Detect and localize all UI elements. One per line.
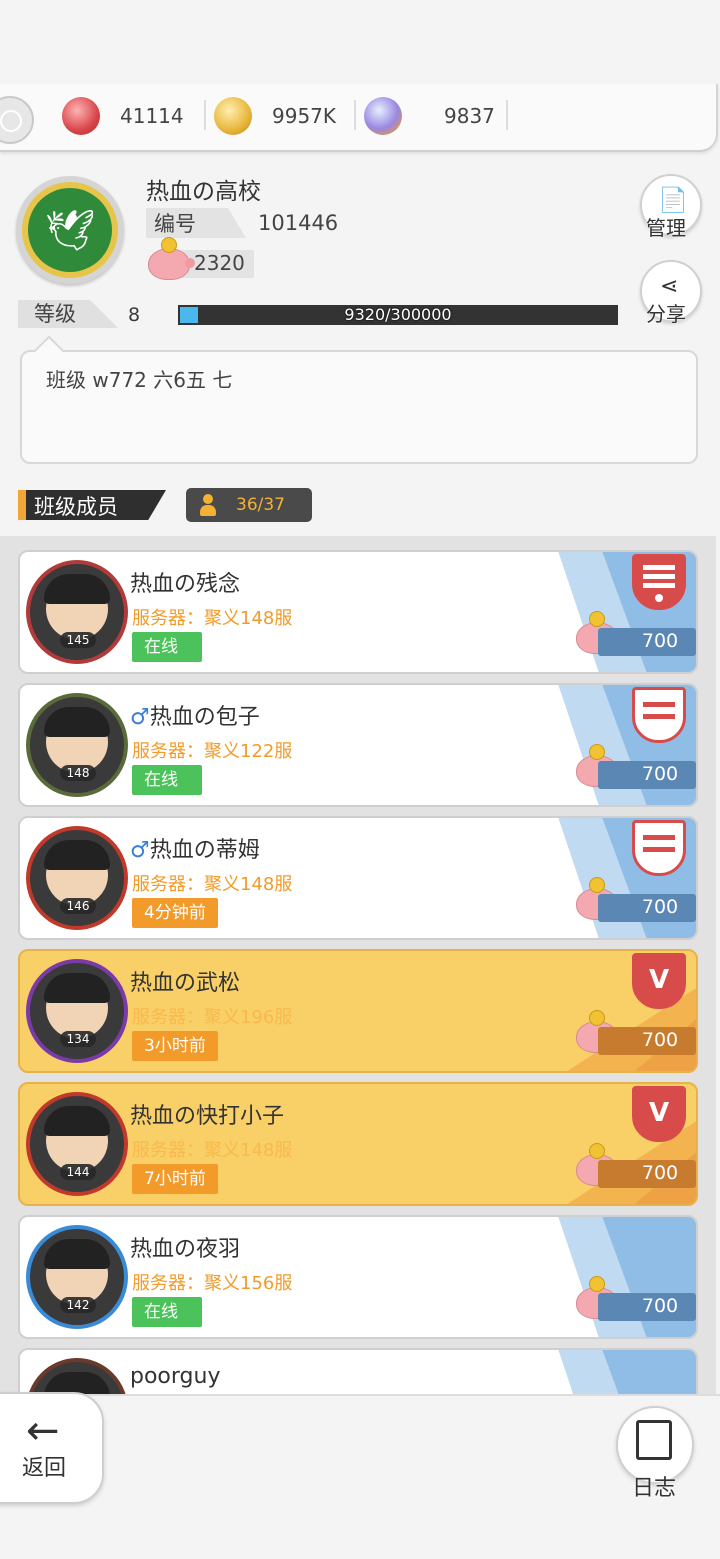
member-name: 热血の夜羽 bbox=[130, 1237, 241, 1262]
manage-label: 管理 bbox=[646, 216, 686, 240]
member-server: 服务器：聚义148服 bbox=[132, 874, 293, 895]
member-name: ♂热血の包子 bbox=[130, 705, 260, 730]
share-label: 分享 bbox=[646, 302, 686, 326]
person-icon bbox=[200, 494, 216, 516]
resource-crystal: 9837 bbox=[364, 94, 508, 138]
piggy-bank-icon bbox=[148, 237, 195, 280]
member-card[interactable]: 148 ♂热血の包子服务器：聚义122服在线 700 bbox=[18, 683, 698, 807]
member-name: 热血の武松 bbox=[130, 971, 241, 996]
member-card[interactable]: 142 热血の夜羽服务器：聚义156服在线 700 bbox=[18, 1215, 698, 1339]
crystal-pacifier-icon bbox=[364, 97, 402, 135]
member-avatar[interactable]: 148 bbox=[26, 693, 128, 797]
member-card[interactable]: 134 热血の武松服务器：聚义196服 3小时前 V 700 bbox=[18, 949, 698, 1073]
log-button[interactable]: 日志 bbox=[616, 1406, 694, 1501]
elder-badge-icon bbox=[632, 820, 686, 876]
resource-bar: 41114 9957K 9837 bbox=[0, 84, 718, 152]
elite-badge-icon: V bbox=[632, 1086, 686, 1142]
member-card[interactable]: 146 ♂热血の蒂姆服务器：聚义148服 4分钟前 700 bbox=[18, 816, 698, 940]
member-count: 36/37 bbox=[236, 495, 285, 515]
member-server: 服务器：聚义148服 bbox=[132, 608, 293, 629]
member-contribution: 700 bbox=[598, 628, 696, 656]
member-list[interactable]: 145 热血の残念 服务器：聚义148服 在线 700 148 ♂热血の包子 服务器：聚义12… bbox=[0, 536, 716, 1394]
member-server: 服务器：聚义156服 bbox=[132, 1273, 293, 1294]
member-status: 在线 bbox=[132, 765, 202, 795]
exp-bar: 9320/300000 bbox=[178, 305, 618, 325]
member-status: 4分钟前 bbox=[132, 898, 218, 928]
resource-gold: 9957K bbox=[214, 94, 356, 138]
arrow-left-icon: ← bbox=[26, 1408, 60, 1454]
member-contribution: 700 bbox=[598, 761, 696, 789]
guild-name: 热血の高校 bbox=[146, 179, 261, 205]
member-avatar[interactable] bbox=[26, 1358, 128, 1394]
member-avatar[interactable]: 142 bbox=[26, 1225, 128, 1329]
member-name: 热血の残念 bbox=[130, 572, 241, 597]
elite-badge-icon: V bbox=[632, 953, 686, 1009]
elder-badge-icon bbox=[632, 687, 686, 743]
back-button[interactable]: ← 返回 bbox=[0, 1392, 104, 1504]
member-level: 134 bbox=[60, 1031, 96, 1047]
guild-emblem: 🕊 bbox=[16, 176, 124, 284]
member-avatar[interactable]: 144 bbox=[26, 1092, 128, 1196]
member-avatar[interactable]: 146 bbox=[26, 826, 128, 930]
bottom-bar bbox=[0, 1394, 720, 1506]
member-name: 热血の快打小子 bbox=[130, 1104, 285, 1129]
member-status: 在线 bbox=[132, 1297, 202, 1327]
resource-gold-value: 9957K bbox=[272, 104, 337, 128]
member-server: 服务器：聚义122服 bbox=[132, 741, 293, 762]
member-status: 3小时前 bbox=[132, 1031, 218, 1061]
exp-text: 9320/300000 bbox=[344, 305, 452, 324]
leader-badge-icon bbox=[632, 554, 686, 610]
member-contribution: 700 bbox=[598, 1027, 696, 1055]
member-name: ♂热血の蒂姆 bbox=[130, 838, 260, 863]
member-card[interactable]: 145 热血の残念服务器：聚义148服在线 700 bbox=[18, 550, 698, 674]
level-label: 等级 bbox=[18, 300, 118, 328]
document-gear-icon: 📄 bbox=[658, 186, 688, 214]
member-card[interactable]: 144 热血の快打小子服务器：聚义148服 7小时前 V 700 bbox=[18, 1082, 698, 1206]
member-count-badge: 36/37 bbox=[186, 488, 312, 522]
guild-level: 8 bbox=[128, 304, 141, 326]
member-contribution: 700 bbox=[598, 894, 696, 922]
share-icon: ⋖ bbox=[660, 274, 679, 299]
member-level: 146 bbox=[60, 898, 96, 914]
member-avatar[interactable]: 145 bbox=[26, 560, 128, 664]
member-level: 148 bbox=[60, 765, 96, 781]
dove-icon: 🕊 bbox=[28, 188, 112, 272]
member-status: 在线 bbox=[132, 632, 202, 662]
share-button[interactable]: ⋖ 分享 bbox=[640, 260, 702, 326]
guild-id-label: 编号 bbox=[146, 208, 246, 238]
resource-crystal-value: 9837 bbox=[444, 104, 495, 128]
member-server: 服务器：聚义148服 bbox=[132, 1140, 293, 1161]
back-label: 返回 bbox=[22, 1456, 67, 1481]
guild-coins: 2320 bbox=[194, 251, 245, 275]
guild-id: 101446 bbox=[258, 211, 339, 235]
guild-notice[interactable]: 班级 w772 六6五 七 bbox=[20, 350, 698, 464]
member-server: 服务器：聚义196服 bbox=[132, 1007, 293, 1028]
member-contribution: 700 bbox=[598, 1160, 696, 1188]
member-name: poorguy bbox=[130, 1364, 221, 1389]
member-avatar[interactable]: 134 bbox=[26, 959, 128, 1063]
flower-icon[interactable] bbox=[0, 96, 34, 144]
member-level: 145 bbox=[60, 632, 96, 648]
member-level: 144 bbox=[60, 1164, 96, 1180]
member-contribution: 700 bbox=[598, 1293, 696, 1321]
manage-button[interactable]: 📄 管理 bbox=[640, 174, 702, 240]
member-card[interactable]: poorguy bbox=[18, 1348, 698, 1394]
gold-coin-icon bbox=[214, 97, 252, 135]
resource-ruby-value: 41114 bbox=[120, 104, 184, 128]
male-icon: ♂ bbox=[130, 838, 150, 863]
guild-notice-text: 班级 w772 六6五 七 bbox=[46, 368, 233, 392]
log-label: 日志 bbox=[632, 1476, 677, 1501]
book-icon bbox=[636, 1420, 672, 1460]
member-status: 7小时前 bbox=[132, 1164, 218, 1194]
members-section-title: 班级成员 bbox=[18, 490, 166, 520]
male-icon: ♂ bbox=[130, 705, 150, 730]
ruby-medal-icon bbox=[62, 97, 100, 135]
member-level: 142 bbox=[60, 1297, 96, 1313]
resource-ruby: 41114 bbox=[62, 94, 206, 138]
